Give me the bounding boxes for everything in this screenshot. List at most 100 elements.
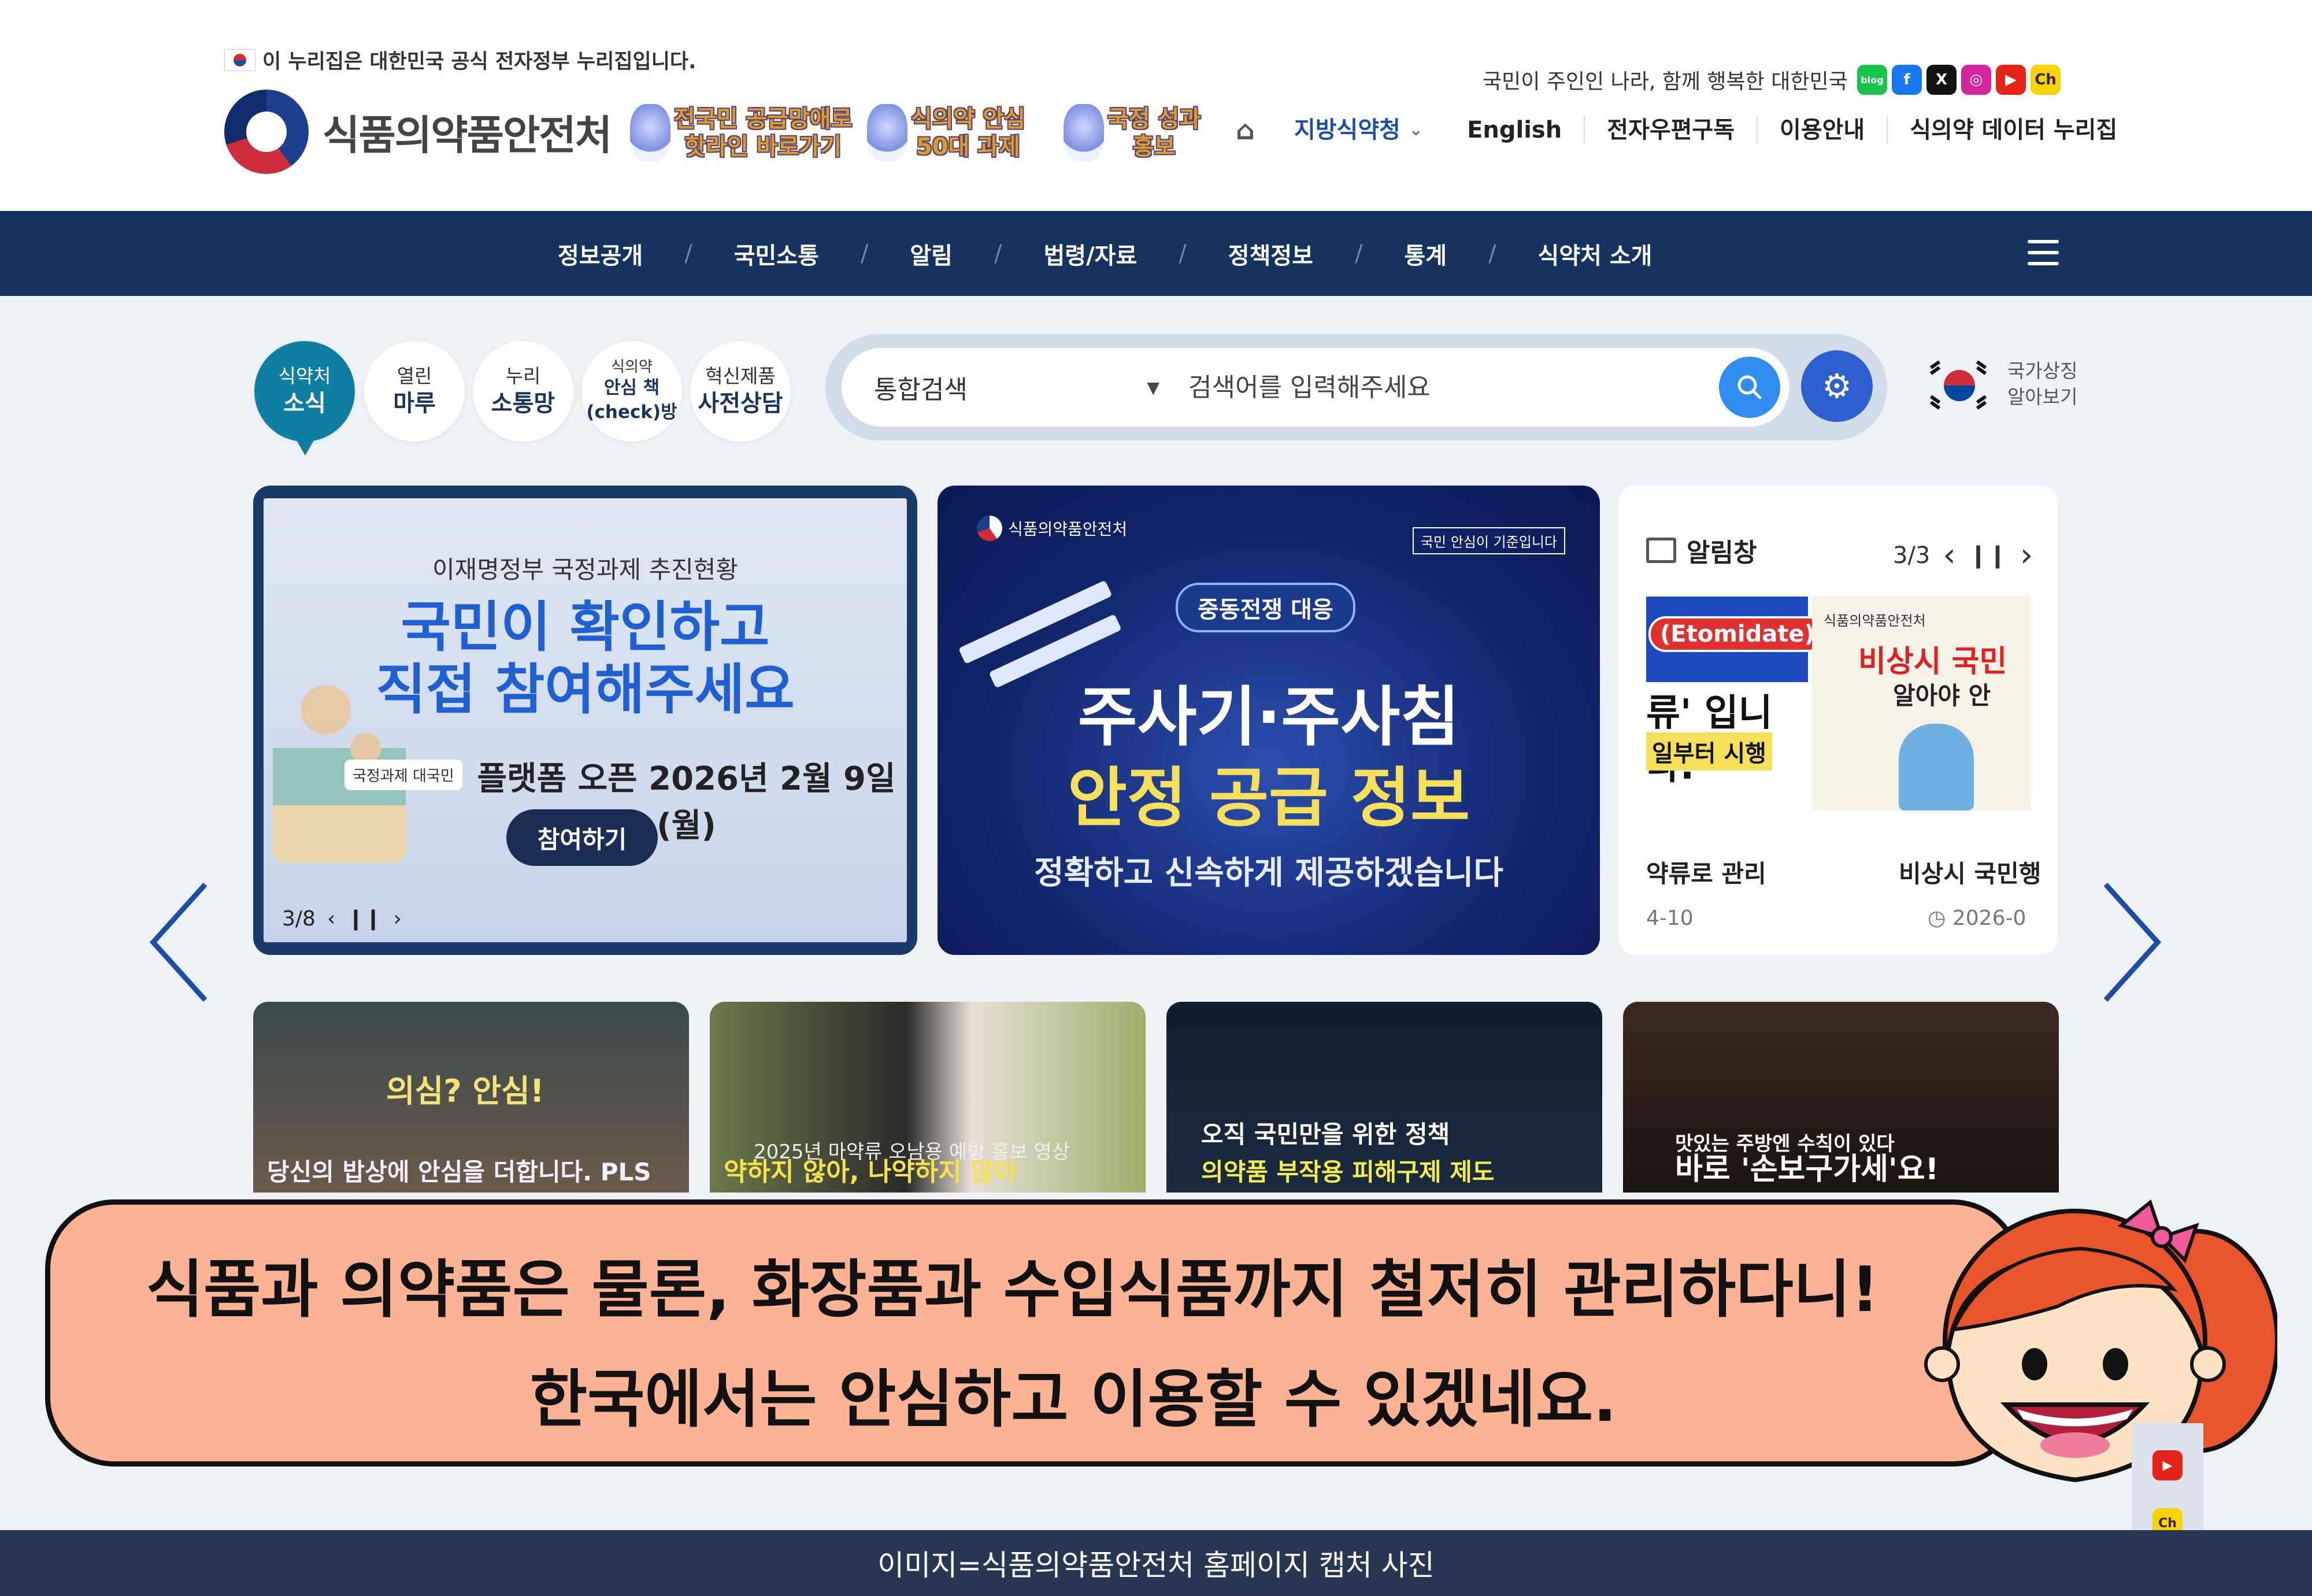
banner-tagline: 국민 안심이 기준입니다 [1412,527,1565,554]
speech-line1: 식품과 의약품은 물론, 화장품과 수입식품까지 철저히 관리하다니! [146,1254,1880,1326]
pause-icon[interactable]: ❙❙ [1969,542,2007,569]
banner-national-tasks[interactable]: 이재명정부 국정과제 추진현황 국민이 확인하고 직접 참여해주세요 국정과제 … [253,486,917,955]
alert-counter: 3/3 [1893,542,1931,569]
video-title: 바로 '손보구가세'요! [1675,1152,1939,1187]
national-symbol-link[interactable]: 국가상징 알아보기 [1926,358,2077,410]
nav-item[interactable]: 정책정보 [1228,237,1313,271]
instagram-icon[interactable]: ◎ [1961,65,1991,95]
alert-image-etomidate[interactable]: (Etomidate) 류' 입니다. 일부터 시행 [1646,597,1826,810]
nav-item[interactable]: 정보공개 [558,237,643,271]
search-area: 통합검색 ▼ ⚙ [825,334,1887,440]
video-thumbnail[interactable]: 의심? 안심! 당신의 밥상에 안심을 더합니다. PLS [253,1002,689,1193]
promo-hotline[interactable]: 전국민 공급망애로 핫라인 바로가기 [630,104,852,162]
regional-office-dropdown[interactable]: 지방식약청 ⌄ [1272,116,1445,144]
symbol-line2: 알아보기 [2007,386,2078,408]
banner-title-line1: 국민이 확인하고 [401,596,770,659]
trophy-icon [1064,104,1104,162]
nav-item[interactable]: 식약처 소개 [1538,237,1653,271]
tab-social-media[interactable]: 누리 소통망 [473,341,573,442]
guide-link[interactable]: 이용안내 [1757,116,1887,144]
site-logo[interactable]: 식품의약품안전처 [224,90,612,174]
banner-logo: 식품의약품안전처 [977,516,1127,541]
banner-logo-text: 식품의약품안전처 [1008,520,1128,539]
tab-label-top: 식의약 [611,358,653,376]
tab-label-main: 소통망 [491,390,555,417]
banner-controls: 3/8 ‹ ❙❙ › [282,907,402,931]
banner-title-line2: 안정 공급 정보 [1067,761,1470,836]
video-thumbnail[interactable]: 2025년 마약류 오남용 예방 홍보 영상 약하지 않아, 나약하지 않아 [710,1002,1146,1193]
promo-line1: 전국민 공급망애로 [674,106,853,132]
message-icon [1646,538,1676,563]
next-icon[interactable]: › [394,907,402,931]
blog-icon[interactable]: blog [1857,65,1887,95]
facebook-icon[interactable]: f [1892,65,1922,95]
gov-notice[interactable]: 이 누리집은 대한민국 공식 전자정부 누리집입니다. [224,45,696,75]
alert-caption[interactable]: 약류로 관리 [1646,854,1766,890]
tab-label-top: 누리 [505,365,541,388]
tab-label-top: 혁신제품 [705,365,776,388]
promo-safety-50[interactable]: 식의약 안심 50대 과제 [867,104,1025,162]
tab-open-maru[interactable]: 열린 마루 [364,341,465,442]
video-thumbnail[interactable]: 맛있는 주방엔 수칙이 있다 바로 '손보구가세'요! [1623,1002,2059,1193]
youtube-icon[interactable]: ▶ [2152,1450,2183,1480]
speech-line2: 한국에서는 안심하고 이용할 수 있겠네요. [529,1364,1617,1436]
person-illustration [1899,724,1974,810]
newsletter-link[interactable]: 전자우편구독 [1584,116,1757,144]
image-caption-bar: 이미지=식품의약품안전처 홈페이지 캡처 사진 [0,1530,2312,1596]
nav-separator: / [1354,240,1363,267]
nav-item[interactable]: 통계 [1404,237,1447,271]
clock-icon: ◷ [1928,906,1952,930]
video-subtitle: 오직 국민만을 위한 정책 [1201,1120,1450,1149]
carousel-next-arrow-icon[interactable] [2097,879,2166,1006]
next-icon[interactable]: › [2020,536,2033,574]
video-title: 약하지 않아, 나약하지 않아 [724,1157,1017,1187]
phone-icon [630,104,670,162]
nav-item[interactable]: 알림 [910,237,953,271]
alert-caption[interactable]: 비상시 국민행 [1899,854,2041,890]
pause-icon[interactable]: ❙❙ [347,907,381,931]
participate-button[interactable]: 참여하기 [506,809,658,866]
tab-safety-checkbook[interactable]: 식의약 안심 책 (check)방 [581,341,682,442]
kakao-icon[interactable]: Ch [2031,65,2061,95]
nav-separator: / [1179,240,1187,267]
video-title: 당신의 밥상에 안심을 더합니다. PLS [267,1158,651,1186]
prev-icon[interactable]: ‹ [327,907,335,931]
social-links: blog f X ◎ ▶ Ch [1857,65,2061,95]
search-settings-button[interactable]: ⚙ [1801,350,1873,422]
hamburger-menu-icon[interactable] [2028,240,2059,265]
carousel-prev-arrow-icon[interactable] [144,879,214,1006]
cartoon-girl-illustration [1924,1199,2277,1483]
search-button[interactable] [1719,357,1780,418]
nav-item[interactable]: 법령/자료 [1043,237,1137,271]
image-caption: 이미지=식품의약품안전처 홈페이지 캡처 사진 [877,1549,1435,1582]
english-link[interactable]: English [1445,116,1584,144]
video-title: 의약품 부작용 피해구제 제도 [1201,1158,1495,1186]
banner-subtitle: 이재명정부 국정과제 추진현황 [432,556,739,584]
main-nav-items: 정보공개 / 국민소통 / 알림 / 법령/자료 / 정책정보 / 통계 / 식약처 소개 [558,211,1652,296]
banner-tag: 국정과제 대국민 [344,760,462,790]
youtube-icon[interactable]: ▶ [1996,65,2026,95]
tab-innovation-consult[interactable]: 혁신제품 사전상담 [690,341,791,442]
symbol-line1: 국가상징 [2007,360,2078,383]
alert-panel: 알림창 3/3 ‹ ❙❙ › (Etomidate) 류' 입니다. 일부터 시… [1618,486,2058,955]
video-thumbnail[interactable]: 오직 국민만을 위한 정책 의약품 부작용 피해구제 제도 [1166,1002,1602,1193]
nav-separator: / [1488,240,1496,267]
alert-image-emergency[interactable]: 식품의약품안전처 비상시 국민 알아야 안 [1812,597,2031,810]
nav-separator: / [994,240,1002,267]
data-portal-link[interactable]: 식의약 데이터 누리집 [1887,116,2139,144]
chevron-down-icon: ⌄ [1408,120,1424,140]
tab-news[interactable]: 식약처 소식 [254,341,355,456]
home-icon[interactable]: ⌂ [1231,116,1272,144]
alert-img-text: 일부터 시행 [1646,732,1772,771]
search-input[interactable] [1188,372,1719,402]
x-icon[interactable]: X [1926,65,1957,95]
promo-line2: 50대 과제 [916,134,1020,160]
taegukgi-icon [1926,358,1991,410]
banner-syringe-supply[interactable]: 식품의약품안전처 국민 안심이 기준입니다 중동전쟁 대응 주사기·주사침 안정… [938,486,1600,955]
search-scope-select[interactable]: 통합검색 ▼ [842,369,1188,406]
search-box: 통합검색 ▼ [842,348,1789,427]
alert-img-text: 비상시 국민 [1858,645,2007,679]
nav-item[interactable]: 국민소통 [734,237,819,271]
promo-performance[interactable]: 국정 성과 홍보 [1064,104,1201,162]
prev-icon[interactable]: ‹ [1943,536,1955,574]
